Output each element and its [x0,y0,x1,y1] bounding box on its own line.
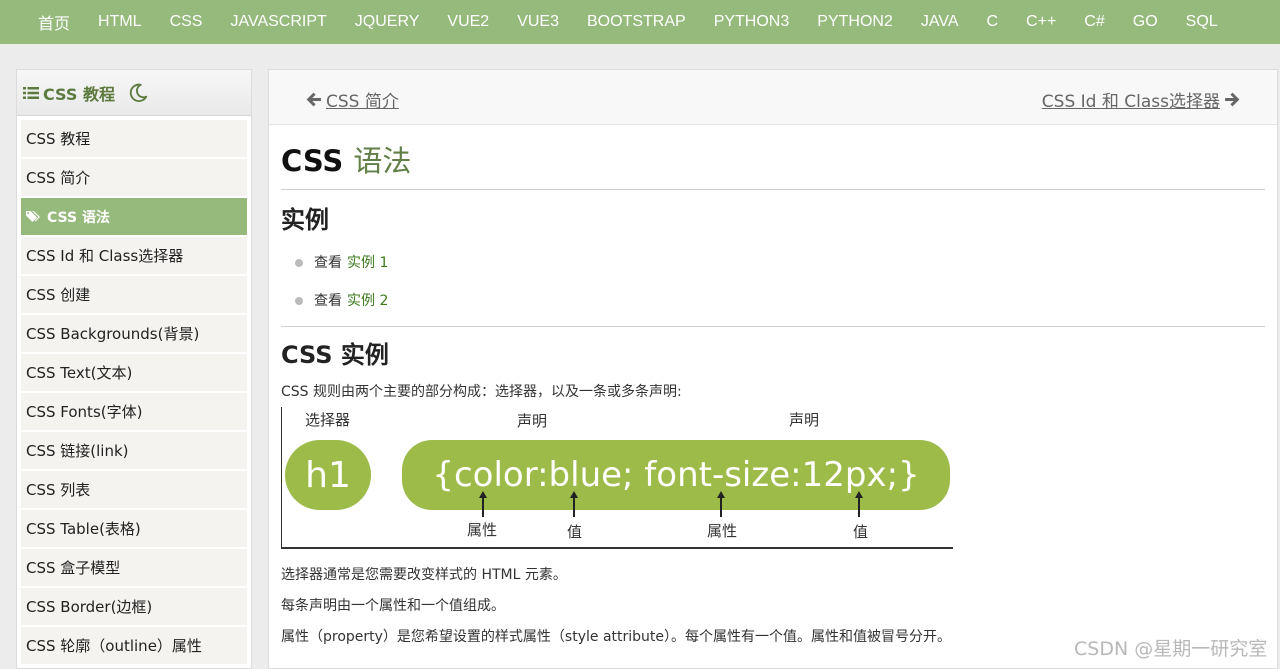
prev-page-label: CSS 简介 [326,92,399,112]
sidebar-item-css-text[interactable]: CSS Text(文本) [21,354,247,392]
sidebar-title: CSS 教程 [43,84,115,104]
tags-icon [26,211,40,222]
arrow-up-icon [855,491,863,517]
prev-page-link[interactable]: CSS 简介 [305,87,399,112]
watermark: CSDN @星期一研究室 [1074,638,1268,660]
sidebar-item-label: CSS 简介 [26,169,91,187]
nav-jquery[interactable]: JQUERY [355,13,420,31]
sidebar-item-css-tutorial[interactable]: CSS 教程 [21,120,247,158]
selector-label: 选择器 [305,411,351,429]
sidebar-item-css-border[interactable]: CSS Border(边框) [21,588,247,626]
arrow-right-icon [1225,92,1240,107]
page-title: CSS 语法 [281,141,1265,181]
sidebar-item-label: CSS 语法 [47,209,110,226]
sidebar-item-css-outline[interactable]: CSS 轮廓（outline）属性 [21,627,247,665]
diagram-axis-bottom [281,547,953,549]
declaration-label-1: 声明 [517,412,548,430]
sidebar-item-label: CSS Fonts(字体) [26,403,143,421]
paragraph-declaration: 每条声明由一个属性和一个值组成。 [281,598,505,614]
example-2-link[interactable]: 实例 2 [347,282,388,320]
nav-css[interactable]: CSS [170,13,203,31]
list-icon [23,86,39,99]
moon-icon[interactable] [127,82,149,104]
sidebar-item-css-intro[interactable]: CSS 简介 [21,159,247,197]
example-prefix: 查看 [314,255,342,271]
nav-go[interactable]: GO [1133,13,1158,31]
arrow-left-icon [306,92,321,107]
nav-vue2[interactable]: VUE2 [447,13,489,31]
sidebar-item-css-link[interactable]: CSS 链接(link) [21,432,247,470]
arrow-up-icon [717,491,725,517]
nav-python3[interactable]: PYTHON3 [714,13,790,31]
sidebar-item-label: CSS Text(文本) [26,364,133,382]
sidebar-item-label: CSS 链接(link) [26,442,129,460]
sidebar-item-css-table[interactable]: CSS Table(表格) [21,510,247,548]
page-title-accent: 语法 [353,144,412,178]
nav-c[interactable]: C [986,13,998,31]
sidebar-item-label: CSS 盒子模型 [26,559,121,577]
sidebar-item-label: CSS Border(边框) [26,598,153,616]
declaration-label-2: 声明 [789,411,820,429]
css-syntax-diagram: 选择器 声明 声明 h1 {color:blue; font-size:12px… [281,407,957,549]
value-label-2: 值 [853,523,869,541]
css-example-heading: CSS 实例 [281,341,389,369]
nav-home[interactable]: 首页 [38,10,70,34]
divider [281,326,1265,327]
sidebar: CSS 教程 CSS 教程 CSS 简介 CSS 语法 CSS Id 和 Cla… [16,69,252,669]
property-label-1: 属性 [467,521,498,539]
bullet [295,297,303,305]
pager: CSS 简介 CSS Id 和 Class选择器 [269,70,1277,125]
nav-cpp[interactable]: C++ [1026,13,1056,31]
arrow-up-icon [570,491,578,517]
bullet [295,259,303,267]
examples-heading: 实例 [281,206,329,234]
sidebar-list: CSS 教程 CSS 简介 CSS 语法 CSS Id 和 Class选择器 C… [17,116,251,665]
property-label-2: 属性 [707,522,738,540]
sidebar-header: CSS 教程 [17,70,251,116]
next-page-link[interactable]: CSS Id 和 Class选择器 [1042,87,1241,112]
nav-csharp[interactable]: C# [1084,13,1104,31]
sidebar-item-label: CSS 教程 [26,130,91,148]
next-page-label: CSS Id 和 Class选择器 [1041,92,1220,112]
intro-text: CSS 规则由两个主要的部分构成：选择器，以及一条或多条声明: [281,384,682,400]
nav-vue3[interactable]: VUE3 [517,13,559,31]
sidebar-item-css-create[interactable]: CSS 创建 [21,276,247,314]
sidebar-item-css-backgrounds[interactable]: CSS Backgrounds(背景) [21,315,247,353]
sidebar-item-label: CSS Backgrounds(背景) [26,325,200,343]
top-nav: 首页 HTML CSS JAVASCRIPT JQUERY VUE2 VUE3 … [0,0,1280,44]
sidebar-item-label: CSS 轮廓（outline）属性 [26,637,202,655]
page-title-prefix: CSS [281,144,344,178]
arrow-up-icon [479,491,487,517]
sidebar-item-label: CSS 列表 [26,481,91,499]
sidebar-item-css-syntax[interactable]: CSS 语法 [21,198,247,236]
examples-list: 查看 实例 1 查看 实例 2 [281,244,1265,320]
nav-sql[interactable]: SQL [1186,13,1218,31]
paragraph-selector: 选择器通常是您需要改变样式的 HTML 元素。 [281,567,567,583]
sidebar-item-label: CSS Table(表格) [26,520,141,538]
sidebar-item-label: CSS 创建 [26,286,91,304]
article: CSS 语法 实例 查看 实例 1 查看 实例 2 CSS 实例 CSS 规则由… [269,141,1277,647]
selector-pill: h1 [285,440,371,510]
list-item: 查看 实例 1 [295,244,1265,282]
diagram-axis-left [281,407,282,549]
sidebar-item-css-box-model[interactable]: CSS 盒子模型 [21,549,247,587]
example-1-link[interactable]: 实例 1 [347,244,388,282]
main-content: CSS 简介 CSS Id 和 Class选择器 CSS 语法 实例 查看 实例… [268,69,1278,669]
sidebar-item-label: CSS Id 和 Class选择器 [26,247,184,265]
nav-bootstrap[interactable]: BOOTSTRAP [587,13,686,31]
nav-python2[interactable]: PYTHON2 [817,13,893,31]
nav-java[interactable]: JAVA [921,13,959,31]
list-item: 查看 实例 2 [295,282,1265,320]
nav-javascript[interactable]: JAVASCRIPT [230,13,326,31]
sidebar-item-css-id-class[interactable]: CSS Id 和 Class选择器 [21,237,247,275]
sidebar-item-css-fonts[interactable]: CSS Fonts(字体) [21,393,247,431]
value-label-1: 值 [567,523,583,541]
divider [281,189,1265,190]
sidebar-item-css-list[interactable]: CSS 列表 [21,471,247,509]
example-prefix: 查看 [314,293,342,309]
nav-html[interactable]: HTML [98,13,142,31]
